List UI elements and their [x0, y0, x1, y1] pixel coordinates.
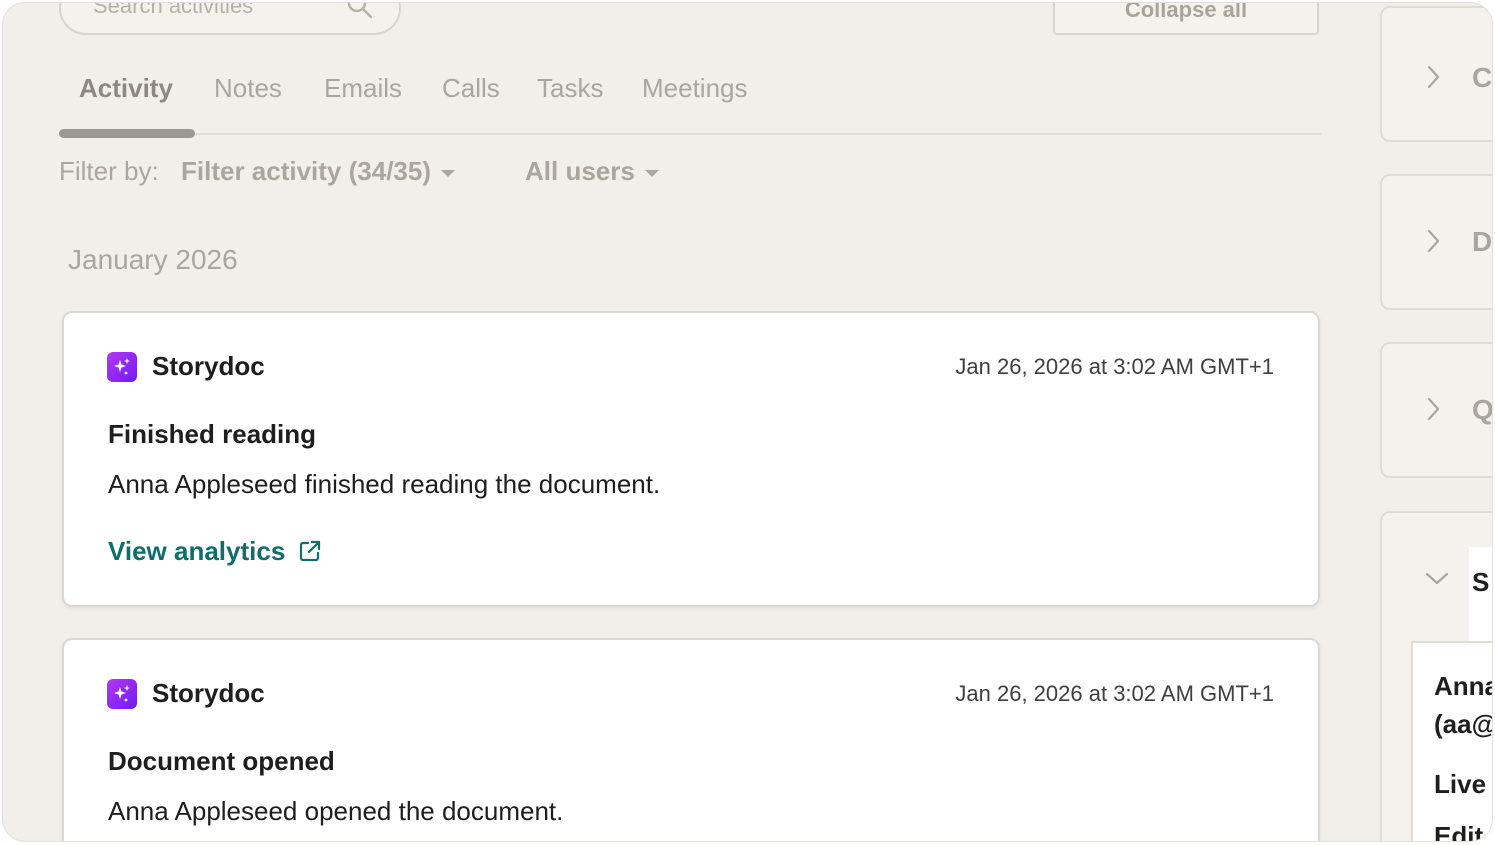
storydoc-app-icon [107, 352, 137, 382]
sidebar-section-label: Q [1472, 394, 1492, 425]
tab-notes[interactable]: Notes [214, 73, 282, 104]
month-heading: January 2026 [68, 244, 238, 275]
detail-line: Anna [1434, 671, 1492, 701]
sidebar-section-label: D [1472, 226, 1492, 257]
tab-tasks[interactable]: Tasks [537, 73, 603, 104]
sidebar-section-d[interactable]: D [1380, 174, 1492, 310]
collapse-all-label: Collapse all [1124, 3, 1248, 22]
caret-down-icon [644, 169, 659, 177]
chevron-right-icon [1427, 65, 1440, 89]
search-placeholder: Search activities [93, 3, 254, 18]
filter-label: Filter by: [59, 156, 159, 186]
active-tab-indicator [59, 129, 195, 138]
chevron-right-icon [1427, 229, 1440, 253]
search-activities-input[interactable]: Search activities [59, 3, 401, 35]
tab-meetings[interactable]: Meetings [642, 73, 748, 104]
sidebar-section-q[interactable]: Q [1380, 342, 1492, 478]
detail-line: (aa@ [1434, 709, 1492, 739]
activity-timestamp: Jan 26, 2026 at 3:02 AM GMT+1 [955, 354, 1274, 379]
chevron-right-icon [1427, 397, 1440, 421]
tab-calls[interactable]: Calls [442, 73, 500, 104]
activity-description: Anna Appleseed finished reading the docu… [108, 469, 661, 499]
chevron-down-icon[interactable] [1424, 571, 1450, 587]
activity-description: Anna Appleseed opened the document. [108, 796, 564, 826]
collapse-all-button[interactable]: Collapse all [1053, 3, 1319, 35]
activity-card[interactable]: Storydoc Jan 26, 2026 at 3:02 AM GMT+1 F… [62, 311, 1320, 607]
activity-title: Finished reading [108, 419, 317, 449]
sidebar-detail-panel: Anna (aa@ Live Edit [1411, 641, 1492, 841]
all-users-label: All users [525, 156, 635, 186]
activity-app-name: Storydoc [152, 678, 265, 708]
activity-timestamp: Jan 26, 2026 at 3:02 AM GMT+1 [955, 681, 1274, 706]
search-icon[interactable] [345, 3, 375, 26]
activity-title: Document opened [108, 746, 335, 776]
tab-emails[interactable]: Emails [324, 73, 402, 104]
detail-line: Live [1434, 769, 1487, 799]
tabs-divider [59, 133, 1321, 135]
view-analytics-label: View analytics [108, 536, 286, 566]
view-analytics-link[interactable]: View analytics [108, 536, 323, 567]
activity-app-name: Storydoc [152, 351, 265, 381]
sidebar-section-label: C [1472, 62, 1492, 93]
caret-down-icon [441, 169, 455, 177]
activity-card[interactable]: Storydoc Jan 26, 2026 at 3:02 AM GMT+1 D… [62, 638, 1320, 841]
external-link-icon [300, 540, 321, 562]
filter-activity-label: Filter activity (34/35) [181, 156, 431, 186]
all-users-dropdown[interactable]: All users [525, 156, 659, 187]
storydoc-app-icon [107, 679, 137, 709]
tab-activity[interactable]: Activity [79, 73, 173, 104]
sidebar-section-c[interactable]: C [1380, 6, 1492, 142]
sidebar-section-header: S [1469, 547, 1492, 643]
filter-activity-dropdown[interactable]: Filter activity (34/35) [181, 156, 455, 187]
activity-tabs: Activity Notes Emails Calls Tasks Meetin… [59, 65, 1321, 138]
detail-line: Edit [1434, 821, 1484, 841]
sidebar-section-label: S [1472, 567, 1490, 597]
app-window: Search activities Collapse all Activity … [3, 3, 1492, 841]
